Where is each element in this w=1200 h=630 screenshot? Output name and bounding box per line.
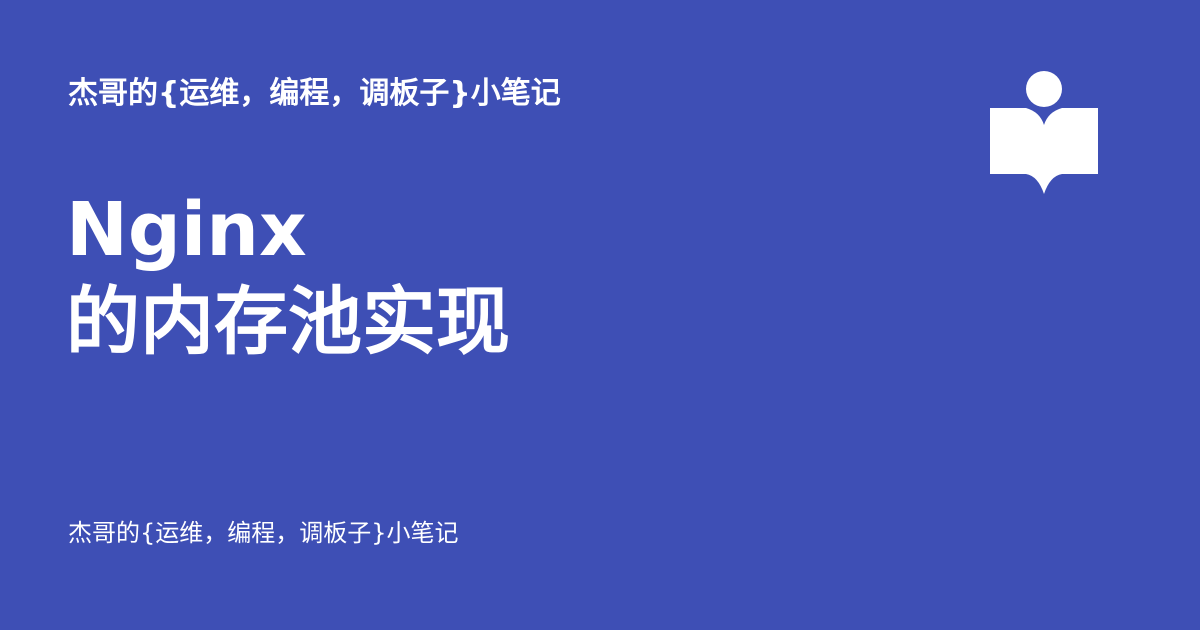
article-title: Nginx 的内存池实现 <box>66 184 510 368</box>
site-name-footer: 杰哥的{运维，编程，调板子}小笔记 <box>68 519 459 547</box>
title-line-2: 的内存池实现 <box>66 279 510 365</box>
open-book-shape <box>990 108 1098 194</box>
site-name-header: 杰哥的{运维，编程，调板子}小笔记 <box>68 76 561 111</box>
social-card: 杰哥的{运维，编程，调板子}小笔记 Nginx 的内存池实现 杰哥的{运维，编程… <box>0 0 1200 630</box>
reader-head-shape <box>1026 71 1062 107</box>
book-reader-icon <box>990 70 1100 196</box>
title-line-1: Nginx <box>66 187 307 273</box>
